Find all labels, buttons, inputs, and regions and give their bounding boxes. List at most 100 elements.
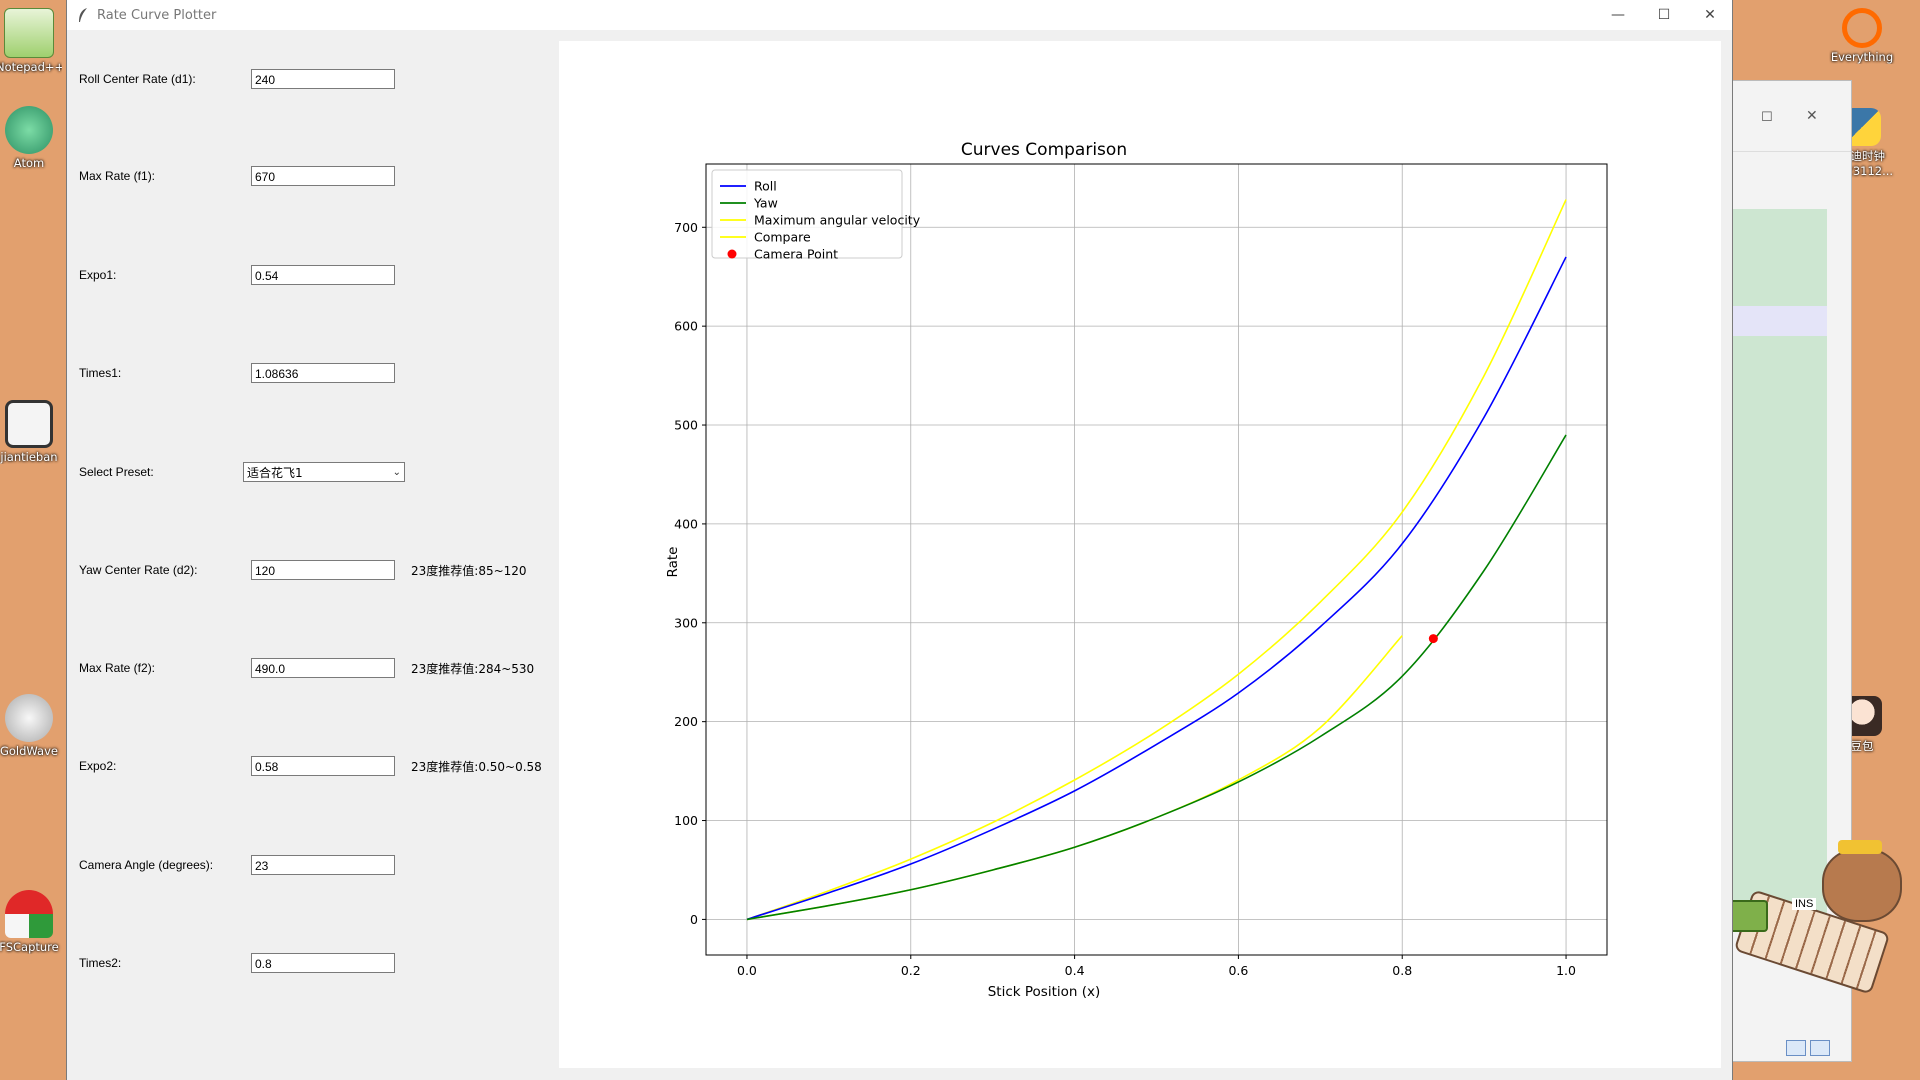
tk-feather-icon [79, 8, 87, 22]
tray-icons [1786, 1040, 1830, 1056]
expo2-label: Expo2: [79, 759, 117, 773]
times2-input[interactable]: 0.8 [251, 953, 395, 973]
roll-center-rate-input[interactable]: 240 [251, 69, 395, 89]
background-window-titlebar: ☐ ✕ [1721, 81, 1851, 152]
times1-label: Times1: [79, 366, 122, 380]
window-title: Rate Curve Plotter [97, 7, 217, 23]
legend-marker-camera-point [727, 249, 737, 259]
atom-icon [5, 106, 53, 154]
desktop-icon-label: GoldWave [0, 744, 58, 758]
legend-label-compare: Compare [754, 230, 811, 245]
jiantieban-icon [5, 400, 53, 448]
chart-ticks: 0.0 0.2 0.4 0.6 0.8 1.0 0 100 200 300 400 500 600 700 [674, 220, 1576, 978]
roll-center-rate-label: Roll Center Rate (d1): [79, 72, 196, 86]
capybara-icon [1822, 848, 1902, 922]
window-view-icon[interactable] [1810, 1040, 1830, 1056]
expo2-input[interactable]: 0.58 [251, 756, 395, 776]
plot-area-frame [705, 163, 1608, 956]
form-row-max-rate-f1: Max Rate (f1): 670 [79, 164, 395, 188]
fscapture-icon [5, 890, 53, 938]
chart-grid [706, 164, 1607, 955]
expo1-input[interactable]: 0.54 [251, 265, 395, 285]
y-tick-label: 100 [674, 813, 698, 828]
x-tick-label: 0.0 [737, 963, 757, 978]
y-tick-label: 200 [674, 714, 698, 729]
preset-dropdown[interactable]: 适合花飞1 ⌄ [243, 462, 405, 482]
chart-legend: Roll Yaw Maximum angular velocity Compare Ca… [711, 169, 921, 262]
crown-icon [1838, 840, 1882, 854]
y-tick-label: 700 [674, 220, 698, 235]
form-row-times2: Times2: 0.8 [79, 951, 395, 975]
ins-badge: INS [1792, 898, 1817, 910]
select-preset-label: Select Preset: [79, 465, 154, 479]
desktop-icon-label: FSCapture [0, 940, 59, 954]
max-rate-f2-input[interactable]: 490.0 [251, 658, 395, 678]
maximize-icon[interactable]: ☐ [1761, 109, 1773, 125]
form-row-max-rate-f2: Max Rate (f2): 490.0 23度推荐值:284~530 [79, 656, 534, 680]
desktop-icon-label: Atom [13, 156, 45, 170]
notepad-plus-icon [4, 8, 54, 58]
y-tick-label: 400 [674, 516, 698, 531]
legend-label-camera-point: Camera Point [754, 247, 838, 262]
x-tick-label: 0.8 [1392, 963, 1412, 978]
desktop-icon-fscapture[interactable]: FSCapture [0, 890, 62, 954]
desktop-pet-mascot[interactable]: INS [1710, 840, 1910, 995]
form-row-camera-angle: Camera Angle (degrees): 23 [79, 853, 395, 877]
yaw-center-rate-input[interactable]: 120 [251, 560, 395, 580]
desktop-icon-label: Everything [1830, 50, 1894, 64]
form-row-select-preset: Select Preset: 适合花飞1 ⌄ [79, 460, 405, 484]
desktop-icon-label: jiantieban [0, 450, 58, 464]
max-rate-f2-label: Max Rate (f2): [79, 661, 156, 675]
rate-curve-plotter-window[interactable]: Rate Curve Plotter — ☐ ✕ Roll Center Rat… [66, 0, 1733, 1080]
y-axis-label: Rate [665, 547, 681, 578]
expo2-hint: 23度推荐值:0.50~0.58 [411, 759, 542, 774]
series-line-roll [746, 256, 1567, 921]
desktop-icon-label: Notepad++ [0, 60, 62, 74]
yaw-center-rate-hint: 23度推荐值:85~120 [411, 563, 527, 578]
form-row-roll-center-rate: Roll Center Rate (d1): 240 [79, 67, 395, 91]
y-tick-label: 0 [690, 912, 698, 927]
chart-title: Curves Comparison [961, 140, 1127, 160]
x-axis-label: Stick Position (x) [988, 984, 1101, 1000]
minimize-button[interactable]: — [1595, 0, 1641, 30]
form-row-expo1: Expo1: 0.54 [79, 263, 395, 287]
camera-angle-input[interactable]: 23 [251, 855, 395, 875]
title-bar[interactable]: Rate Curve Plotter — ☐ ✕ [67, 0, 1732, 30]
form-row-times1: Times1: 1.08636 [79, 361, 395, 385]
times1-input[interactable]: 1.08636 [251, 363, 395, 383]
form-row-yaw-center-rate: Yaw Center Rate (d2): 120 23度推荐值:85~120 [79, 558, 527, 582]
x-tick-label: 0.4 [1065, 963, 1085, 978]
max-rate-f1-label: Max Rate (f1): [79, 169, 156, 183]
camera-angle-label: Camera Angle (degrees): [79, 858, 214, 872]
desktop-icon-everything[interactable]: Everything [1829, 8, 1895, 64]
close-button[interactable]: ✕ [1687, 0, 1733, 30]
desktop-icon-goldwave[interactable]: GoldWave [0, 694, 62, 758]
desktop-icon-notepad[interactable]: Notepad++ [0, 8, 62, 74]
y-tick-label: 500 [674, 418, 698, 433]
max-rate-f1-input[interactable]: 670 [251, 166, 395, 186]
desktop-icon-atom[interactable]: Atom [0, 106, 62, 170]
grid-view-icon[interactable] [1786, 1040, 1806, 1056]
series-line-yaw [746, 434, 1567, 921]
legend-label-yaw: Yaw [753, 196, 778, 211]
form-row-expo2: Expo2: 0.58 23度推荐值:0.50~0.58 [79, 754, 542, 778]
series-line-maximum-angular-velocity [746, 199, 1567, 921]
goldwave-icon [5, 694, 53, 742]
desktop-icon-jiantieban[interactable]: jiantieban [0, 400, 62, 464]
legend-label-roll: Roll [754, 179, 777, 194]
y-tick-label: 300 [674, 615, 698, 630]
chart-panel: Curves Comparison Stick Position (x) Rat… [559, 41, 1721, 1068]
max-rate-f2-hint: 23度推荐值:284~530 [411, 661, 535, 676]
curves-chart: Curves Comparison Stick Position (x) Rat… [665, 140, 1608, 1000]
x-tick-label: 1.0 [1556, 963, 1576, 978]
everything-search-icon [1842, 8, 1882, 48]
legend-label-maximum-angular-velocity: Maximum angular velocity [754, 213, 921, 228]
expo1-label: Expo1: [79, 268, 117, 282]
x-tick-label: 0.2 [901, 963, 921, 978]
close-icon[interactable]: ✕ [1806, 107, 1818, 124]
chart-series [746, 199, 1567, 921]
maximize-button[interactable]: ☐ [1641, 0, 1687, 30]
preset-selected-value: 适合花飞1 [247, 465, 303, 480]
series-point-camera-point [1428, 634, 1438, 644]
x-tick-label: 0.6 [1228, 963, 1248, 978]
